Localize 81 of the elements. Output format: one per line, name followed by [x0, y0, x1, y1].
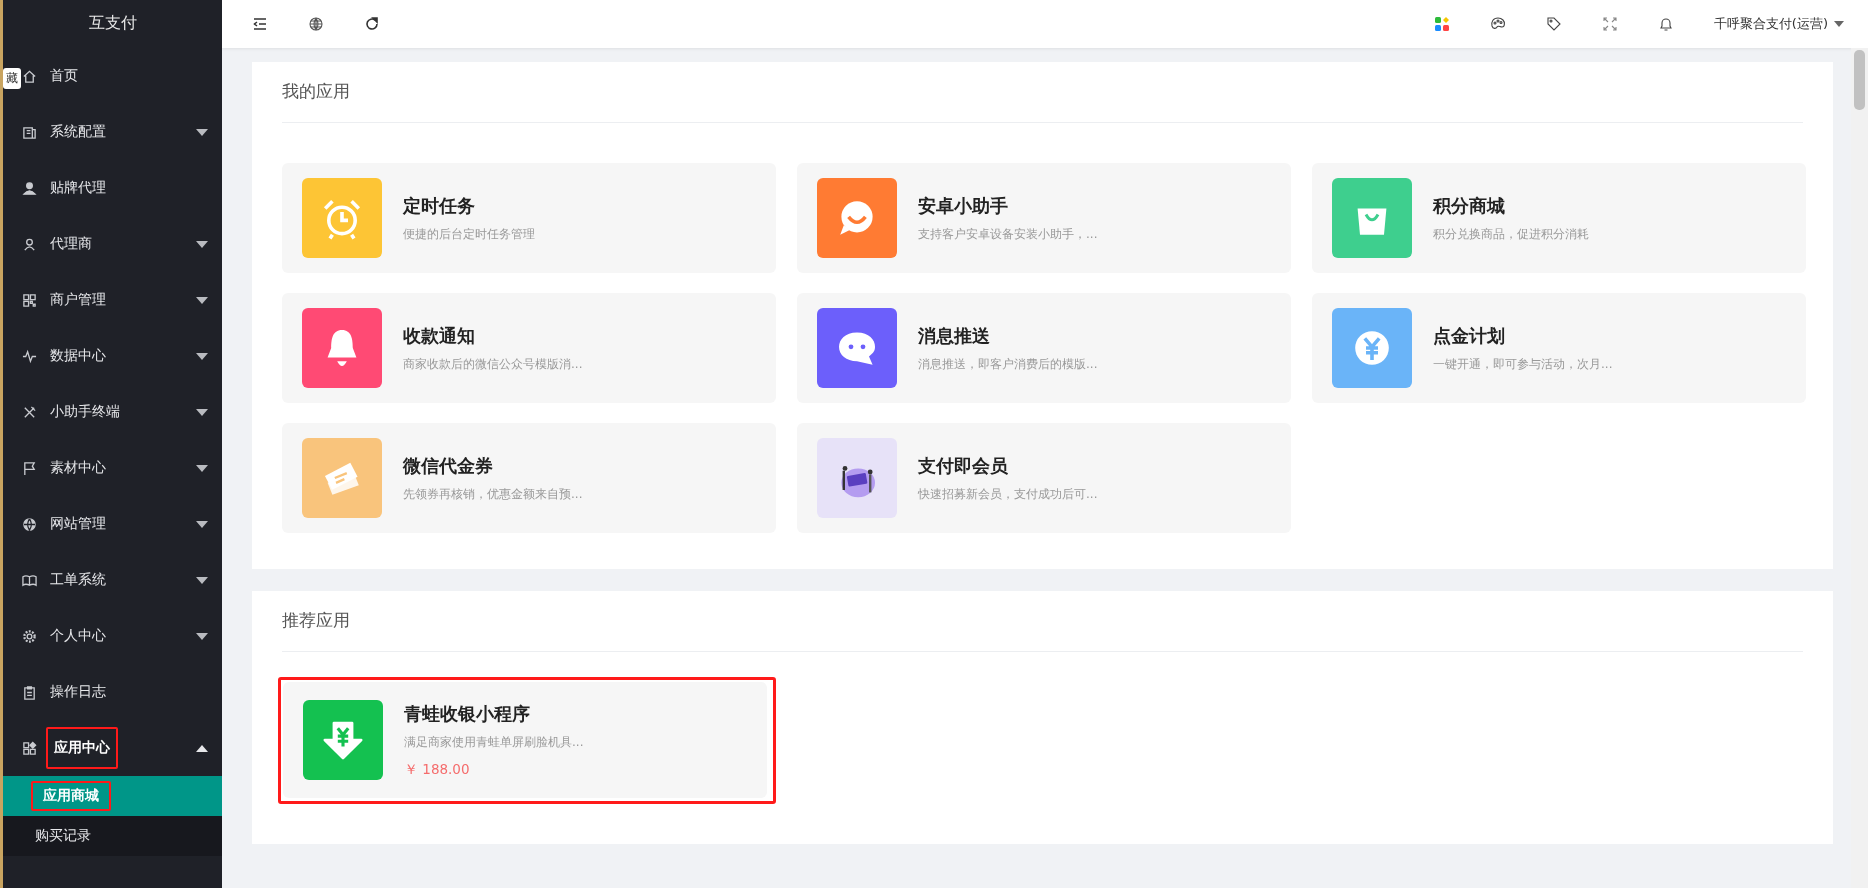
menu-item[interactable]: 工单系统: [46, 566, 110, 594]
submenu-label: 购买记录: [34, 826, 92, 845]
app-title: 青蛙收银小程序: [404, 702, 531, 726]
section-title: 我的应用: [282, 62, 1803, 123]
chat-bubble-icon: [817, 308, 897, 388]
section-title: 推荐应用: [282, 591, 1803, 652]
book-icon: [22, 572, 37, 588]
app-description: 便捷的后台定时任务管理: [403, 225, 535, 243]
flag-icon: [22, 460, 37, 476]
caret-icon: [1834, 21, 1844, 27]
alarm-clock-icon: [302, 178, 382, 258]
app-card[interactable]: 安卓小助手 支持客户安卓设备安装小助手，...: [797, 163, 1291, 273]
smile-bubble-icon: [817, 178, 897, 258]
gear-icon: [22, 628, 37, 644]
apps-icon: [22, 740, 37, 756]
scrollbar[interactable]: [1851, 48, 1868, 888]
collapse-menu-icon[interactable]: [252, 16, 268, 32]
yen-coin-icon: [1332, 308, 1412, 388]
app-card[interactable]: 消息推送 消息推送，即客户消费后的模版...: [797, 293, 1291, 403]
app-title: 点金计划: [1433, 324, 1506, 348]
clipboard-icon: [22, 684, 37, 700]
app-title: 消息推送: [918, 324, 991, 348]
app-card[interactable]: 积分商城 积分兑换商品，促进积分消耗: [1312, 163, 1806, 273]
menu-item[interactable]: 应用中心: [46, 727, 118, 769]
app-card[interactable]: 支付即会员 快速招募新会员，支付成功后可...: [797, 423, 1291, 533]
app-price: ￥ 188.00: [404, 760, 471, 779]
globe-icon[interactable]: [308, 16, 324, 32]
menu-item[interactable]: 数据中心: [46, 342, 110, 370]
app-title: 安卓小助手: [918, 194, 1009, 218]
tooltip: 藏: [3, 68, 21, 89]
bell-icon[interactable]: [1657, 16, 1674, 32]
grid-icon: [22, 292, 37, 308]
download-yen-icon: [303, 700, 383, 780]
app-description: 先领券再核销，优惠金额来自预...: [403, 485, 583, 503]
submenu-item[interactable]: 购买记录: [3, 816, 222, 856]
palette-icon[interactable]: [1489, 16, 1506, 32]
app-title: 定时任务: [403, 194, 476, 218]
app-description: 积分兑换商品，促进积分消耗: [1433, 225, 1589, 243]
app-description: 消息推送，即客户消费后的模版...: [918, 355, 1098, 373]
app-description: 满足商家使用青蛙单屏刷脸机具...: [404, 733, 584, 751]
pulse-icon: [22, 348, 37, 364]
tag-icon[interactable]: [1545, 16, 1562, 32]
app-title: 收款通知: [403, 324, 476, 348]
menu-item[interactable]: 网站管理: [46, 510, 110, 538]
menu-item[interactable]: 素材中心: [46, 454, 110, 482]
app-description: 商家收款后的微信公众号模版消...: [403, 355, 583, 373]
home-icon: [22, 68, 37, 84]
app-card[interactable]: 定时任务 便捷的后台定时任务管理: [282, 163, 776, 273]
user-menu[interactable]: 千呼聚合支付(运营): [1713, 15, 1844, 33]
fullscreen-icon[interactable]: [1601, 16, 1618, 32]
app-title: 支付即会员: [918, 454, 1009, 478]
refresh-icon[interactable]: [364, 16, 380, 32]
submenu-label: 应用商城: [31, 781, 111, 811]
app-card[interactable]: 微信代金券 先领券再核销，优惠金额来自预...: [282, 423, 776, 533]
menu-item[interactable]: 系统配置: [46, 118, 110, 146]
submenu-item[interactable]: 应用商城: [3, 776, 222, 816]
menu-item[interactable]: 个人中心: [46, 622, 110, 650]
app-title: 积分商城: [1433, 194, 1506, 218]
menu-item[interactable]: 贴牌代理: [46, 174, 110, 202]
menu-item[interactable]: 商户管理: [46, 286, 110, 314]
app-title: 微信代金券: [403, 454, 494, 478]
app-description: 一键开通，即可参与活动，次月...: [1433, 355, 1613, 373]
ticket-icon: [302, 438, 382, 518]
person-icon: [22, 180, 37, 196]
menu-item[interactable]: 小助手终端: [46, 398, 124, 426]
globe-icon: [22, 516, 37, 532]
menu-item[interactable]: 代理商: [46, 230, 96, 258]
app-card[interactable]: 收款通知 商家收款后的微信公众号模版消...: [282, 293, 776, 403]
app-card[interactable]: 点金计划 一键开通，即可参与活动，次月...: [1312, 293, 1806, 403]
tools-icon: [22, 404, 37, 420]
apps-grid-icon[interactable]: [1433, 16, 1450, 32]
bell-icon: [302, 308, 382, 388]
app-description: 快速招募新会员，支付成功后可...: [918, 485, 1098, 503]
app-card[interactable]: 青蛙收银小程序 满足商家使用青蛙单屏刷脸机具... ￥ 188.00: [283, 682, 767, 798]
shopping-bag-icon: [1332, 178, 1412, 258]
app-logo-text: 互支付: [87, 12, 138, 34]
document-icon: [22, 124, 37, 140]
menu-item[interactable]: 操作日志: [46, 678, 110, 706]
app-description: 支持客户安卓设备安装小助手，...: [918, 225, 1098, 243]
menu-item[interactable]: 首页: [46, 62, 82, 90]
user-icon: [22, 236, 37, 252]
